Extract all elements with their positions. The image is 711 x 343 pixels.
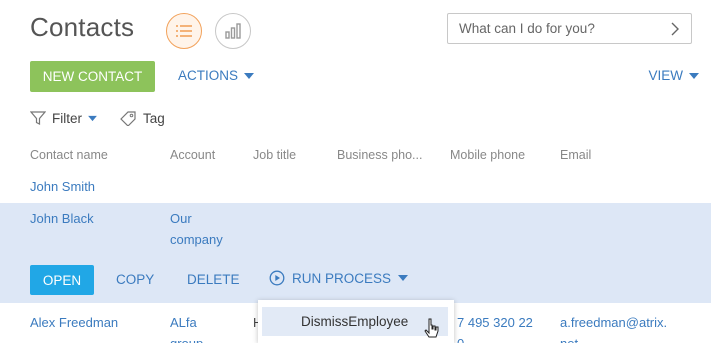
menu-item-dismiss-employee[interactable]: DismissEmployee: [262, 307, 448, 336]
mouse-pointer-icon: [424, 318, 439, 338]
tag-icon[interactable]: [119, 110, 137, 126]
account-link-line1[interactable]: Our: [170, 211, 192, 226]
play-circle-icon: [269, 270, 285, 286]
contact-name-link[interactable]: Alex Freedman: [30, 315, 118, 330]
page-title: Contacts: [30, 12, 135, 42]
open-button[interactable]: OPEN: [30, 265, 94, 295]
table-row-selected[interactable]: [0, 203, 711, 303]
copy-button[interactable]: COPY: [116, 272, 154, 287]
email-link-line1[interactable]: a.freedman@atrix.: [560, 315, 667, 330]
caret-down-icon[interactable]: [88, 115, 97, 122]
account-link-line1[interactable]: ALfa: [170, 315, 197, 330]
list-icon: [176, 25, 192, 37]
run-process-button[interactable]: RUN PROCESS: [269, 270, 409, 286]
list-view-toggle[interactable]: [166, 13, 202, 49]
column-header-account[interactable]: Account: [170, 148, 215, 162]
mobile-phone-link-line2[interactable]: 0: [457, 336, 464, 343]
command-line-input[interactable]: What can I do for you?: [447, 13, 692, 44]
filter-label[interactable]: Filter: [52, 111, 82, 126]
column-header-business-phone[interactable]: Business pho...: [337, 148, 422, 162]
caret-down-icon: [689, 72, 699, 79]
column-header-contact-name[interactable]: Contact name: [30, 148, 108, 162]
column-header-email[interactable]: Email: [560, 148, 591, 162]
actions-menu[interactable]: ACTIONS: [178, 68, 255, 83]
run-process-label: RUN PROCESS: [292, 270, 392, 286]
tag-label[interactable]: Tag: [143, 111, 165, 126]
analytics-view-toggle[interactable]: [215, 13, 251, 49]
caret-down-icon: [244, 72, 255, 79]
column-header-mobile-phone[interactable]: Mobile phone: [450, 148, 525, 162]
contact-name-link[interactable]: John Smith: [30, 179, 95, 194]
account-link-line2[interactable]: group: [170, 336, 203, 343]
bar-chart-icon: [225, 23, 241, 39]
column-header-job-title[interactable]: Job title: [253, 148, 296, 162]
caret-down-icon: [398, 275, 409, 281]
actions-label: ACTIONS: [178, 68, 239, 83]
command-placeholder: What can I do for you?: [459, 21, 595, 36]
filter-icon[interactable]: [30, 110, 46, 126]
mobile-phone-link-line1[interactable]: 7 495 320 22: [457, 315, 533, 330]
chevron-right-icon[interactable]: [668, 21, 682, 37]
email-link-line2[interactable]: net: [560, 336, 578, 343]
filter-bar: Filter Tag: [30, 110, 165, 126]
contact-name-link[interactable]: John Black: [30, 211, 94, 226]
view-menu[interactable]: VIEW: [648, 68, 699, 83]
new-contact-button[interactable]: NEW CONTACT: [30, 61, 155, 92]
delete-button[interactable]: DELETE: [187, 272, 240, 287]
view-label: VIEW: [648, 68, 683, 83]
account-link-line2[interactable]: company: [170, 232, 223, 247]
